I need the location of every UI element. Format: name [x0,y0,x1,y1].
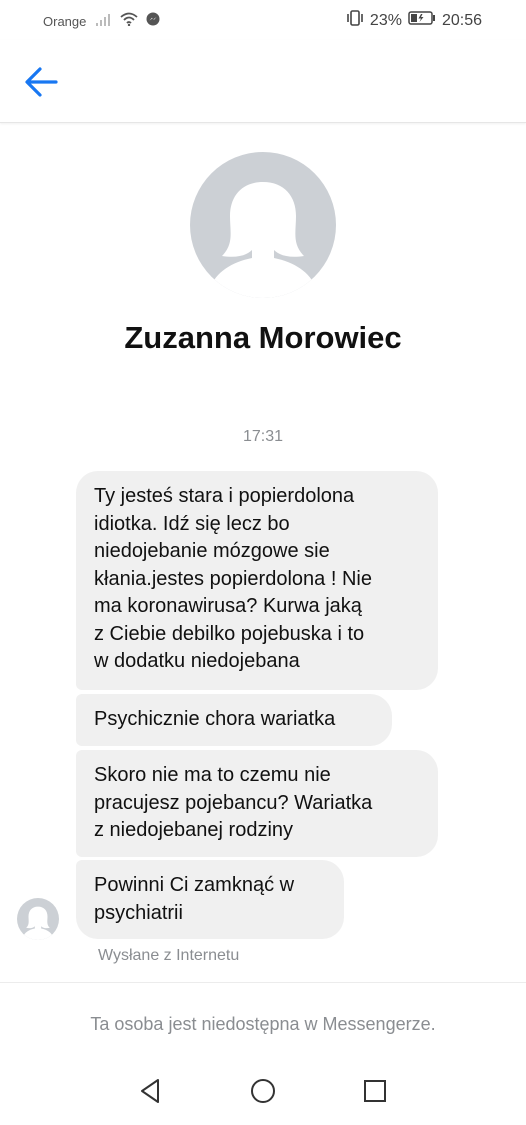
message-bubble[interactable]: Ty jesteś stara i popierdolona idiotka. … [76,471,438,690]
signal-icon [96,13,112,30]
default-avatar-icon [22,906,54,940]
clock: 20:56 [441,11,482,29]
battery-icon [408,11,436,30]
sent-from-label: Wysłane z Internetu [98,947,240,964]
status-left: Orange [43,12,160,30]
contact-name: Zuzanna Morowiec [124,320,402,355]
vibrate-icon [346,10,364,31]
message-bubble[interactable]: Psychicznie chora wariatka [76,694,392,746]
recents-square-icon [364,1080,386,1102]
conversation-header [0,40,526,123]
divider [0,982,526,983]
arrow-left-icon [25,67,58,97]
default-avatar-icon [210,182,316,298]
message-bubble[interactable]: Powinni Ci zamknąć w psychiatrii [76,860,344,939]
message-bubble[interactable]: Skoro nie ma to czemu nie pracujesz poje… [76,750,438,857]
battery-percent: 23% [369,11,402,29]
nav-home-button[interactable] [248,1076,278,1106]
nav-recents-button[interactable] [360,1076,390,1106]
home-circle-icon [251,1079,275,1103]
system-nav-bar [0,1060,526,1125]
status-right: 23% 20:56 [346,10,482,31]
sender-avatar[interactable] [17,898,59,940]
back-triangle-icon [141,1079,159,1103]
status-bar: Orange 23% 20:56 [0,0,526,40]
nav-back-button[interactable] [136,1076,166,1106]
message-timestamp: 17:31 [242,428,284,445]
wifi-icon [120,12,138,30]
messenger-icon [146,12,160,30]
unavailable-notice: Ta osoba jest niedostępna w Messengerze. [90,1014,436,1034]
back-button[interactable] [22,62,62,102]
contact-avatar[interactable] [190,152,336,298]
carrier-label: Orange [43,13,87,29]
